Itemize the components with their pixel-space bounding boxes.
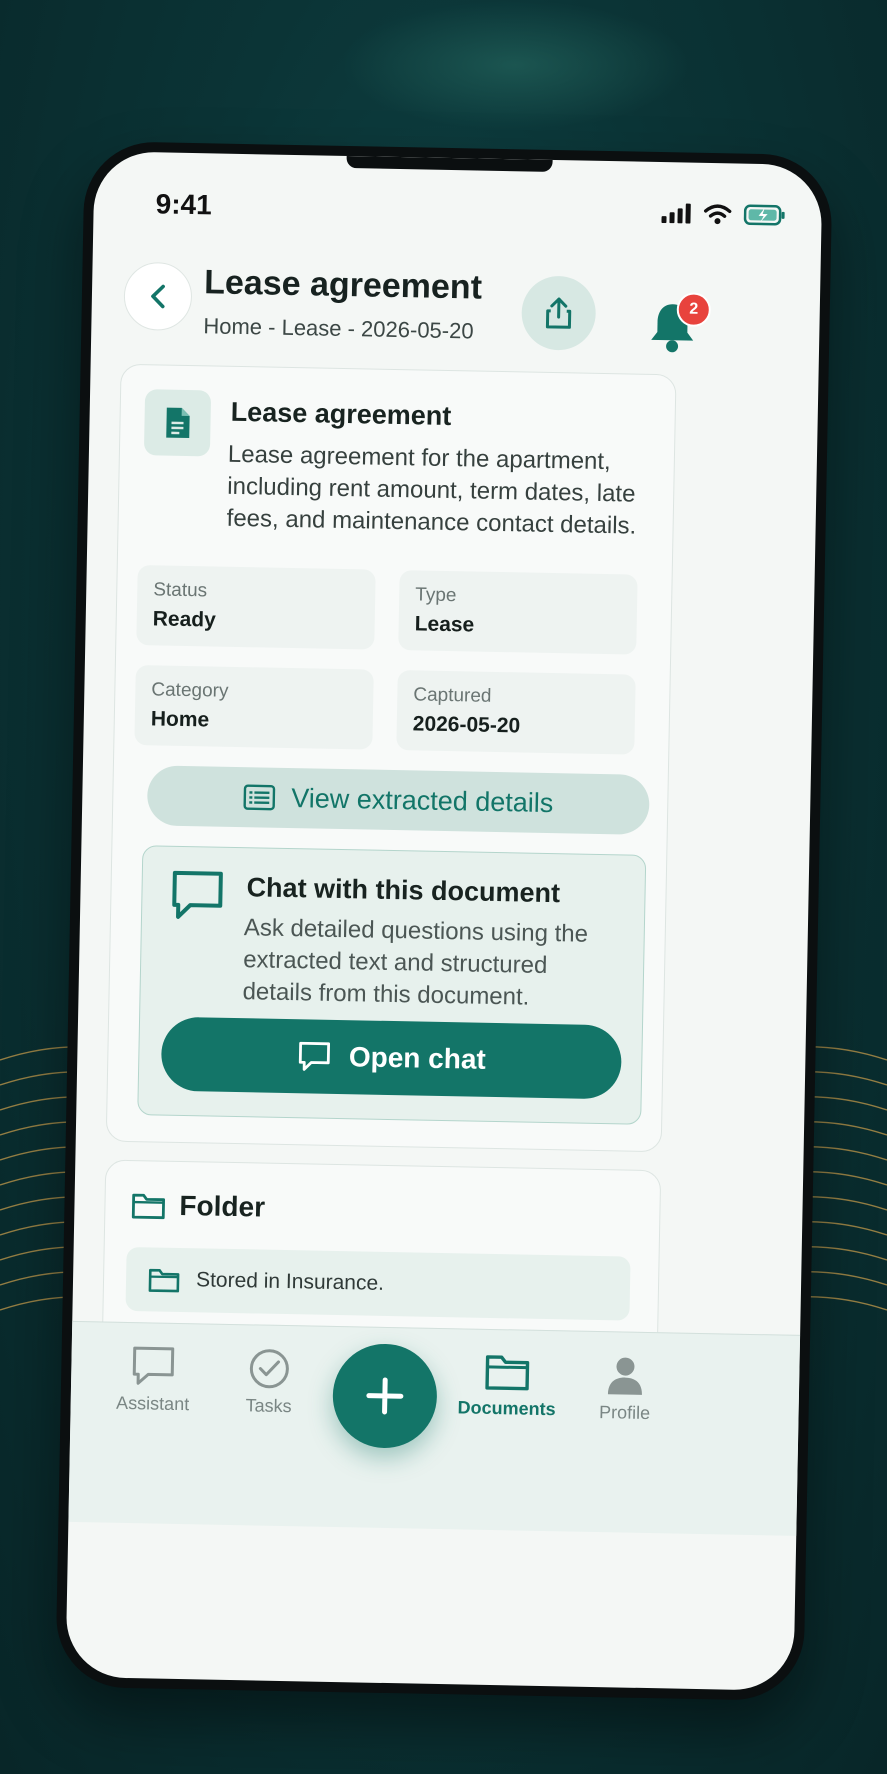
document-icon	[143, 389, 212, 457]
chat-icon	[298, 1041, 330, 1071]
chat-bubble-icon	[132, 1346, 175, 1385]
nav-documents-label: Documents	[457, 1397, 556, 1420]
signal-icon	[661, 203, 691, 224]
nav-profile[interactable]: Profile	[564, 1353, 685, 1424]
plus-icon	[366, 1377, 404, 1415]
nav-assistant-label: Assistant	[115, 1392, 190, 1415]
folder-location-row[interactable]: Stored in Insurance.	[125, 1246, 631, 1321]
nav-tasks[interactable]: Tasks	[208, 1347, 329, 1418]
status-label: Status	[153, 579, 208, 602]
status-field: Status Ready	[136, 565, 376, 650]
status-value: Ready	[152, 607, 216, 632]
open-chat-button[interactable]: Open chat	[160, 1016, 623, 1100]
share-icon	[545, 297, 572, 329]
document-card: Lease agreement Lease agreement for the …	[105, 363, 677, 1153]
chat-description: Ask detailed questions using the extract…	[242, 914, 589, 1011]
captured-field: Captured 2026-05-20	[396, 670, 636, 755]
phone-mockup: 9:41 Lease agreement Home - Lease - 2026…	[55, 140, 833, 1702]
battery-icon	[743, 204, 785, 226]
status-time: 9:41	[155, 188, 213, 221]
document-description: Lease agreement for the apartment, inclu…	[226, 440, 637, 540]
chat-section: Chat with this document Ask detailed que…	[137, 845, 647, 1125]
view-extracted-details-button[interactable]: View extracted details	[146, 765, 650, 835]
back-button[interactable]	[123, 261, 193, 332]
add-button[interactable]	[331, 1342, 438, 1449]
person-icon	[607, 1357, 642, 1395]
nav-profile-label: Profile	[598, 1402, 651, 1424]
list-icon	[243, 784, 276, 811]
type-label: Type	[415, 584, 457, 607]
type-field: Type Lease	[398, 570, 638, 655]
bottom-navigation: Assistant Tasks Documents Profile	[68, 1320, 801, 1536]
share-button[interactable]	[520, 275, 597, 351]
category-label: Category	[151, 679, 229, 702]
phone-screen: 9:41 Lease agreement Home - Lease - 2026…	[65, 151, 823, 1691]
notification-badge: 2	[676, 292, 712, 328]
category-value: Home	[150, 707, 210, 732]
phone-frame: 9:41 Lease agreement Home - Lease - 2026…	[55, 140, 833, 1702]
notch	[346, 155, 553, 172]
folder-icon	[485, 1355, 530, 1391]
folder-icon	[148, 1268, 180, 1293]
document-title: Lease agreement	[230, 396, 452, 432]
type-value: Lease	[414, 612, 475, 637]
folder-title: Folder	[179, 1189, 266, 1223]
nav-tasks-label: Tasks	[245, 1395, 292, 1417]
chevron-left-icon	[151, 284, 165, 309]
open-chat-label: Open chat	[348, 1041, 487, 1075]
nav-documents[interactable]: Documents	[446, 1351, 567, 1420]
check-circle-icon	[249, 1349, 289, 1389]
chat-bubble-icon	[172, 870, 223, 919]
captured-label: Captured	[413, 684, 492, 707]
captured-value: 2026-05-20	[412, 712, 521, 738]
folder-icon	[131, 1193, 165, 1220]
status-icons	[661, 202, 785, 226]
category-field: Category Home	[134, 665, 374, 750]
view-extracted-details-label: View extracted details	[290, 782, 554, 818]
folder-location-text: Stored in Insurance.	[195, 1268, 385, 1295]
breadcrumb: Home - Lease - 2026-05-20	[203, 313, 474, 344]
wifi-icon	[703, 204, 732, 225]
chat-title: Chat with this document	[246, 872, 561, 909]
page-title: Lease agreement	[203, 263, 483, 307]
background-glow	[340, 0, 690, 130]
nav-assistant[interactable]: Assistant	[92, 1344, 213, 1415]
